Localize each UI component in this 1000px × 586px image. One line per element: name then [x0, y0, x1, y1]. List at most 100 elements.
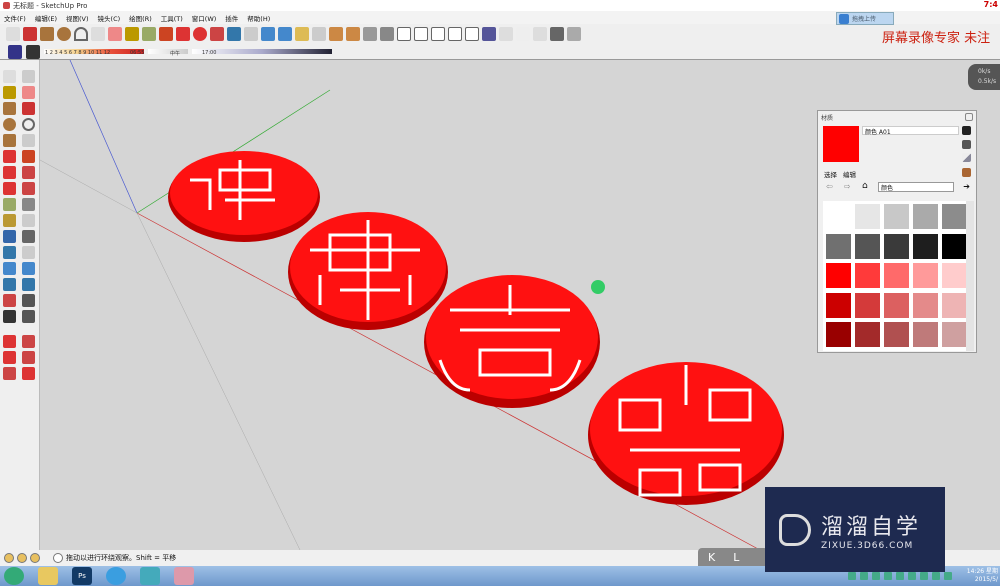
text-icon[interactable]: [22, 214, 35, 227]
tray-icon[interactable]: [848, 572, 856, 580]
menu-help[interactable]: 帮助(H): [247, 13, 270, 23]
offset-icon[interactable]: [22, 182, 35, 195]
push-pull-icon[interactable]: [22, 150, 35, 163]
menu-tools[interactable]: 工具(T): [161, 13, 183, 23]
menu-file[interactable]: 文件(F): [4, 13, 26, 23]
freehand-icon[interactable]: [22, 134, 35, 147]
iso-view-icon[interactable]: [397, 27, 411, 41]
eyedropper-icon[interactable]: [962, 168, 971, 177]
close-icon[interactable]: [965, 113, 973, 121]
color-swatch[interactable]: [826, 292, 851, 318]
line-icon[interactable]: [22, 102, 35, 115]
tray-icon[interactable]: [896, 572, 904, 580]
split-icon[interactable]: [3, 367, 16, 380]
signin-icon[interactable]: [30, 553, 40, 563]
make-component-icon[interactable]: [91, 27, 105, 41]
home-icon[interactable]: ⌂: [862, 181, 868, 191]
extension-icon[interactable]: [380, 27, 394, 41]
color-swatch[interactable]: [855, 233, 880, 259]
pan-icon[interactable]: [244, 27, 258, 41]
color-swatch[interactable]: [826, 233, 851, 259]
rectangle-icon[interactable]: [3, 102, 16, 115]
components-icon[interactable]: [346, 27, 360, 41]
position-camera-icon[interactable]: [3, 294, 16, 307]
color-swatch[interactable]: [913, 292, 938, 318]
menu-draw[interactable]: 绘图(R): [129, 13, 152, 23]
menu-plugins[interactable]: 插件: [225, 13, 238, 23]
arc-icon[interactable]: [74, 27, 88, 41]
move-icon[interactable]: [3, 150, 16, 163]
paint-icon[interactable]: [3, 86, 16, 99]
color-swatch[interactable]: [884, 233, 909, 259]
xray-icon[interactable]: [482, 27, 496, 41]
credits-icon[interactable]: [17, 553, 27, 563]
subtract-icon[interactable]: [3, 351, 16, 364]
taskbar-clock[interactable]: 14:26 星期 2015/5/: [967, 568, 998, 584]
color-swatch[interactable]: [855, 292, 880, 318]
outer-shell-icon[interactable]: [22, 367, 35, 380]
component-icon[interactable]: [22, 70, 35, 83]
start-button[interactable]: [4, 567, 24, 585]
rotate-icon[interactable]: [3, 166, 16, 179]
color-swatch[interactable]: [826, 263, 851, 289]
color-swatch[interactable]: [884, 322, 909, 348]
create-material-icon[interactable]: [962, 126, 971, 135]
paint-bucket-icon[interactable]: [125, 27, 139, 41]
tray-icon[interactable]: [932, 572, 940, 580]
color-swatch[interactable]: [855, 204, 880, 229]
look-around-icon[interactable]: [22, 294, 35, 307]
select-icon[interactable]: [6, 27, 20, 41]
geo-location-icon[interactable]: [4, 553, 14, 563]
color-swatch[interactable]: [942, 263, 967, 289]
textured-icon[interactable]: [550, 27, 564, 41]
menu-view[interactable]: 视图(V): [66, 13, 89, 23]
color-swatch[interactable]: [913, 322, 938, 348]
help-icon[interactable]: [53, 553, 63, 563]
walk-icon[interactable]: [3, 310, 16, 323]
follow-me-icon[interactable]: [210, 27, 224, 41]
union-icon[interactable]: [22, 335, 35, 348]
warehouse-icon[interactable]: [329, 27, 343, 41]
circle-icon[interactable]: [3, 118, 16, 131]
eraser-icon[interactable]: [22, 86, 35, 99]
sketchup-icon[interactable]: [174, 567, 194, 585]
tray-icon[interactable]: [860, 572, 868, 580]
zoom-icon[interactable]: [3, 262, 16, 275]
section-icon[interactable]: [312, 27, 326, 41]
default-material-icon[interactable]: [962, 140, 971, 149]
color-swatch[interactable]: [826, 322, 851, 348]
front-view-icon[interactable]: [431, 27, 445, 41]
move-icon[interactable]: [176, 27, 190, 41]
shadow-toggle-icon[interactable]: [26, 44, 40, 59]
shadow-settings-icon[interactable]: [8, 44, 22, 59]
push-pull-icon[interactable]: [159, 27, 173, 41]
color-swatch[interactable]: [913, 263, 938, 289]
ie-icon[interactable]: [140, 567, 160, 585]
tape-icon[interactable]: [3, 198, 16, 211]
circle-icon[interactable]: [57, 27, 71, 41]
color-swatch[interactable]: [855, 322, 880, 348]
style-icon[interactable]: [363, 27, 377, 41]
zoom-icon[interactable]: [261, 27, 275, 41]
color-swatch[interactable]: [942, 322, 967, 348]
color-swatch[interactable]: [913, 233, 938, 259]
rectangle-icon[interactable]: [40, 27, 54, 41]
protractor-icon[interactable]: [3, 214, 16, 227]
wireframe-icon[interactable]: [499, 27, 513, 41]
material-name-field[interactable]: 颜色 A01: [862, 126, 959, 136]
menu-camera[interactable]: 镜头(C): [98, 13, 121, 23]
pencil-icon[interactable]: [23, 27, 37, 41]
monochrome-icon[interactable]: [567, 27, 581, 41]
menu-window[interactable]: 窗口(W): [192, 13, 217, 23]
color-swatch[interactable]: [826, 204, 851, 229]
tape-measure-icon[interactable]: [142, 27, 156, 41]
tab-select[interactable]: 选择: [824, 169, 837, 179]
menu-edit[interactable]: 编辑(E): [35, 13, 57, 23]
3d-text-icon[interactable]: [22, 230, 35, 243]
arc-icon[interactable]: [22, 118, 35, 131]
collection-select[interactable]: 颜色: [878, 182, 954, 192]
browser-icon[interactable]: [106, 567, 126, 585]
zoom-window-icon[interactable]: [22, 262, 35, 275]
orbit-icon[interactable]: [227, 27, 241, 41]
scenes-icon[interactable]: [295, 27, 309, 41]
